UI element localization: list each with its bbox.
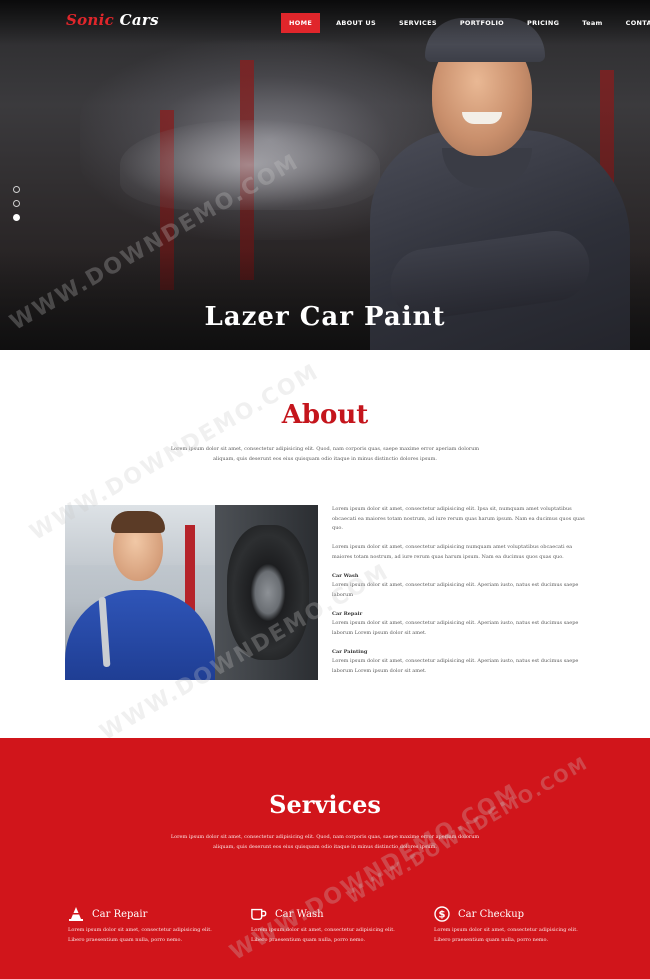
service-card: $ Car Checkup Lorem ipsum dolor sit amet… (434, 906, 584, 945)
slider-dot-1[interactable] (13, 186, 20, 193)
service-title: Car Wash (275, 908, 324, 920)
site-logo[interactable]: Sonic Cars (66, 11, 159, 29)
nav-item-home[interactable]: HOME (281, 13, 321, 33)
cone-icon (68, 906, 84, 922)
service-card: Car Wash Lorem ipsum dolor sit amet, con… (251, 906, 401, 945)
nav-item-team[interactable]: Team (575, 13, 609, 33)
about-intro: Lorem ipsum dolor sit amet, consectetur … (170, 446, 480, 462)
logo-text-secondary: Cars (119, 11, 159, 29)
service-title: Car Checkup (458, 908, 525, 920)
nav-item-pricing[interactable]: PRICING (520, 13, 566, 33)
mechanic-photo (65, 505, 318, 680)
about-item-body: Lorem ipsum dolor sit amet, consectetur … (332, 620, 579, 636)
main-nav: HOME ABOUT US SERVICES PORTFOLIO PRICING… (281, 13, 650, 33)
hero-background-car (120, 120, 380, 210)
slider-dot-2[interactable] (13, 200, 20, 207)
about-item-title: Car Wash (332, 572, 359, 579)
about-item-body: Lorem ipsum dolor sit amet, consectetur … (332, 658, 579, 674)
nav-item-portfolio[interactable]: PORTFOLIO (453, 13, 511, 33)
service-description: Lorem ipsum dolor sit amet, consectetur … (434, 927, 578, 943)
about-text-block: Lorem ipsum dolor sit amet, consectetur … (332, 505, 588, 686)
svg-text:$: $ (439, 910, 446, 921)
slider-pagination (13, 186, 20, 221)
services-title: Services (269, 790, 381, 819)
hero-title: Lazer Car Paint (204, 302, 446, 332)
hero-slider: Sonic Cars HOME ABOUT US SERVICES PORTFO… (0, 0, 650, 350)
dollar-icon: $ (434, 906, 450, 922)
nav-item-services[interactable]: SERVICES (392, 13, 444, 33)
about-paragraph: Lorem ipsum dolor sit amet, consectetur … (332, 544, 573, 560)
slider-dot-3[interactable] (13, 214, 20, 221)
service-card: Car Repair Lorem ipsum dolor sit amet, c… (68, 906, 218, 945)
about-title: About (281, 400, 369, 430)
about-paragraph: Lorem ipsum dolor sit amet, consectetur … (332, 506, 585, 531)
cup-icon (251, 906, 267, 922)
about-item-title: Car Repair (332, 610, 363, 617)
about-item-title: Car Painting (332, 648, 368, 655)
nav-item-contact-us[interactable]: CONTACT US (619, 13, 650, 33)
services-intro: Lorem ipsum dolor sit amet, consectetur … (170, 834, 480, 850)
service-title: Car Repair (92, 908, 148, 920)
logo-text-primary: Sonic (66, 11, 115, 29)
hero-mechanic-image (370, 10, 630, 350)
services-section: Services Lorem ipsum dolor sit amet, con… (0, 738, 650, 979)
site-header: Sonic Cars HOME ABOUT US SERVICES PORTFO… (0, 0, 650, 45)
service-description: Lorem ipsum dolor sit amet, consectetur … (251, 927, 395, 943)
service-description: Lorem ipsum dolor sit amet, consectetur … (68, 927, 212, 943)
about-item-body: Lorem ipsum dolor sit amet, consectetur … (332, 582, 579, 598)
nav-item-about-us[interactable]: ABOUT US (329, 13, 383, 33)
